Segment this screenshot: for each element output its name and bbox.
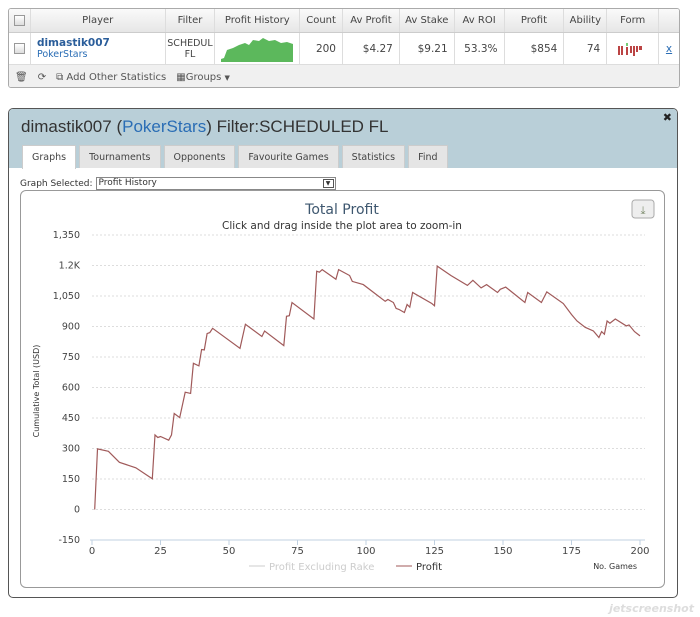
x-tick-label: 150	[493, 546, 512, 557]
watermark: jetscreenshot	[609, 602, 694, 615]
x-tick-label: 125	[425, 546, 444, 557]
col-ability[interactable]: Ability	[564, 9, 608, 32]
col-profit-history[interactable]: Profit History	[215, 9, 301, 32]
select-all-checkbox[interactable]	[9, 9, 31, 32]
player-detail-panel: dimastik007 (PokerStars) Filter:SCHEDULE…	[8, 108, 678, 598]
player-link[interactable]: dimastik007	[37, 37, 110, 49]
download-icon: ⤓	[641, 204, 646, 217]
av-roi-value: 53.3%	[455, 33, 505, 64]
table-row: dimastik007 PokerStars SCHEDUL FL 200 $4…	[9, 33, 679, 65]
chart-title: Total Profit	[304, 202, 379, 218]
tab-tournaments[interactable]: Tournaments	[79, 145, 161, 168]
x-tick-label: 100	[356, 546, 375, 557]
col-count[interactable]: Count	[300, 9, 344, 32]
y-tick-label: -150	[58, 535, 80, 546]
x-tick-label: 175	[562, 546, 581, 557]
y-tick-label: 1.2K	[59, 261, 81, 272]
y-tick-label: 450	[62, 413, 80, 424]
av-profit-value: $4.27	[343, 33, 400, 64]
form-chart	[607, 33, 660, 64]
graph-selected-label: Graph Selected:	[20, 178, 93, 189]
chart-container: Total Profit Click and drag inside the p…	[20, 190, 665, 588]
x-tick-label: 200	[630, 546, 649, 557]
col-profit[interactable]: Profit	[505, 9, 565, 32]
y-tick-label: 0	[74, 505, 80, 516]
legend-item-profit[interactable]: Profit	[416, 562, 442, 573]
trash-icon[interactable]: 🗑	[15, 72, 28, 83]
site-link[interactable]: PokerStars	[37, 49, 88, 60]
y-tick-label: 1,050	[53, 291, 80, 302]
col-player[interactable]: Player	[31, 9, 166, 32]
dropdown-arrow-icon: ▼	[224, 73, 230, 82]
tab-graphs[interactable]: Graphs	[22, 145, 77, 169]
filter-line2: FL	[184, 48, 196, 60]
close-icon[interactable]: ✖	[663, 111, 672, 124]
title-player: dimastik007	[21, 117, 112, 136]
chart-subtitle: Click and drag inside the plot area to z…	[222, 220, 462, 232]
y-tick-label: 1,350	[53, 230, 80, 241]
y-tick-label: 300	[62, 444, 80, 455]
refresh-icon[interactable]: ⟳	[38, 72, 46, 83]
profit-sparkline	[215, 33, 301, 64]
count-value: 200	[300, 33, 343, 64]
x-tick-label: 25	[154, 546, 167, 557]
graph-select[interactable]: Profit History ▼	[95, 177, 336, 190]
x-tick-label: 75	[291, 546, 304, 557]
profit-chart[interactable]: Total Profit Click and drag inside the p…	[21, 191, 664, 587]
col-av-roi[interactable]: Av ROI	[455, 9, 505, 32]
tab-opponents[interactable]: Opponents	[163, 145, 236, 168]
legend-item-excluding-rake[interactable]: Profit Excluding Rake	[269, 562, 374, 573]
profit-value: $854	[505, 33, 565, 64]
add-stats-button[interactable]: ⧉ Add Other Statistics	[56, 72, 166, 83]
panel-title: dimastik007 (PokerStars) Filter:SCHEDULE…	[21, 117, 389, 136]
legend: Profit Excluding Rake Profit	[249, 562, 442, 573]
title-site-link[interactable]: PokerStars	[122, 117, 206, 136]
player-stats-table: Player Filter Profit History Count Av Pr…	[8, 8, 680, 88]
y-tick-label: 600	[62, 383, 80, 394]
add-stats-label: Add Other Statistics	[66, 71, 167, 83]
table-toolbar: 🗑 ⟳ ⧉ Add Other Statistics ▦Groups ▼	[9, 65, 679, 87]
export-button[interactable]: ⤓	[631, 199, 655, 219]
y-tick-label: 900	[62, 322, 80, 333]
tab-find[interactable]: Find	[408, 145, 448, 168]
dropdown-arrow-icon: ▼	[322, 179, 334, 188]
tab-favourite-games[interactable]: Favourite Games	[238, 145, 339, 168]
groups-label: Groups	[185, 71, 222, 83]
y-tick-label: 150	[62, 474, 80, 485]
groups-button[interactable]: ▦Groups ▼	[176, 72, 230, 83]
col-form[interactable]: Form	[607, 9, 660, 32]
remove-row-link[interactable]: x	[659, 33, 679, 64]
col-av-stake[interactable]: Av Stake	[400, 9, 455, 32]
x-axis-label: No. Games	[593, 562, 637, 571]
row-checkbox[interactable]	[9, 33, 31, 64]
table-header: Player Filter Profit History Count Av Pr…	[9, 9, 679, 33]
filter-line1: SCHEDUL	[167, 37, 213, 49]
title-filter: Filter:SCHEDULED FL	[216, 117, 389, 136]
x-tick-label: 0	[89, 546, 95, 557]
col-filter[interactable]: Filter	[166, 9, 216, 32]
col-av-profit[interactable]: Av Profit	[343, 9, 400, 32]
y-tick-label: 750	[62, 352, 80, 363]
av-stake-value: $9.21	[400, 33, 455, 64]
x-tick-label: 50	[223, 546, 236, 557]
tab-statistics[interactable]: Statistics	[341, 145, 406, 168]
ability-value: 74	[564, 33, 608, 64]
graph-select-value: Profit History	[98, 178, 157, 188]
y-axis-label: Cumulative Total (USD)	[32, 345, 41, 438]
